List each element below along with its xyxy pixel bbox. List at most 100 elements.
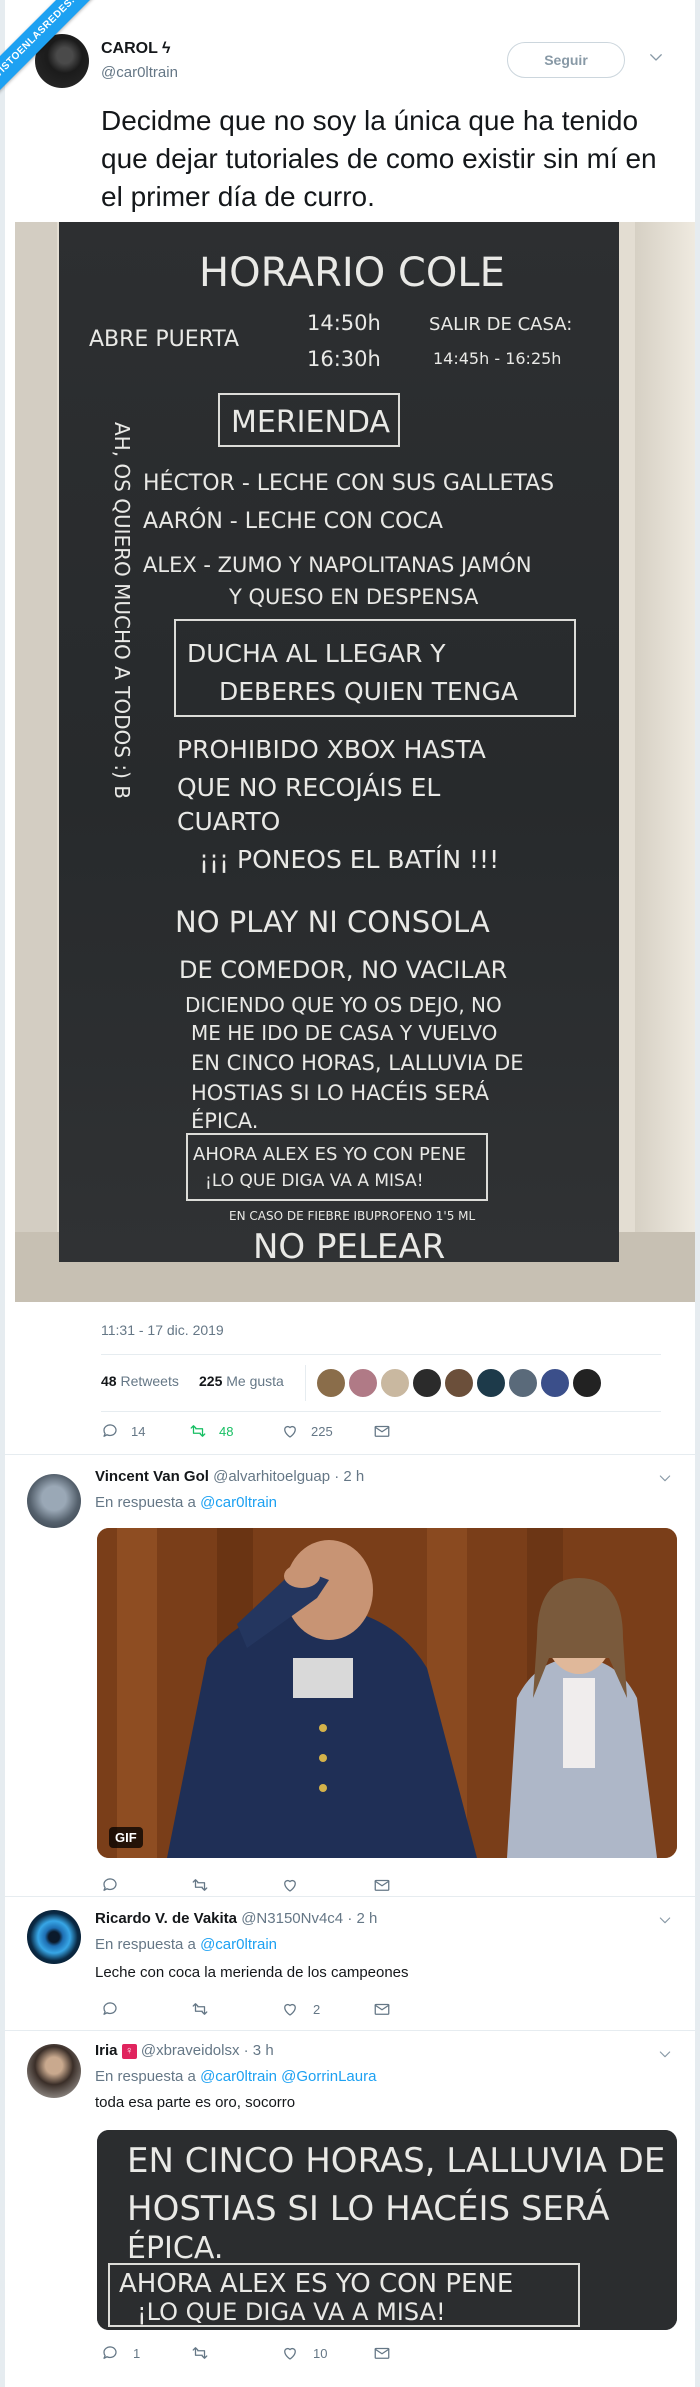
chalkboard: HORARIO COLE ABRE PUERTA 14:50h 16:30h S… [59,222,619,1262]
chalk-line: NO PELEAR [253,1227,445,1262]
chevron-down-icon[interactable] [657,1912,673,1928]
avatar[interactable] [411,1367,443,1399]
envelope-icon [374,1879,390,1891]
reply-author[interactable]: Vincent Van Gol @alvarhitoelguap · 2 h [95,1468,364,1485]
avatar[interactable] [315,1367,347,1399]
in-reply-link[interactable]: @car0ltrain [200,1936,277,1953]
reply-button[interactable]: 1 [101,2344,140,2362]
chalk-side-note: AH, OS QUIERO MUCHO A TODOS :) B [110,422,134,799]
in-reply-label: En respuesta a [95,2068,196,2085]
heart-icon [284,1879,296,1892]
retweet-icon [190,1425,206,1437]
like-button[interactable] [281,1876,313,1894]
reply-text: Leche con coca la merienda de los campeo… [95,1964,409,1981]
avatar[interactable] [507,1367,539,1399]
dm-button[interactable] [373,2344,405,2362]
tweet-text: Decidme que no soy la única que ha tenid… [101,105,657,212]
dm-button[interactable] [373,2000,405,2018]
chalk-line: NO PLAY NI CONSOLA [175,905,490,939]
retweet-icon [192,1879,208,1891]
reply-count: 14 [131,1423,146,1439]
chalkboard-writing: HORARIO COLE ABRE PUERTA 14:50h 16:30h S… [89,250,576,1262]
tweet-photo[interactable]: HORARIO COLE ABRE PUERTA 14:50h 16:30h S… [15,222,695,1302]
author-name[interactable]: CAROL ϟ [101,40,171,58]
timestamp[interactable]: 11:31 - 17 dic. 2019 [101,1322,224,1338]
dm-button[interactable] [373,1876,405,1894]
in-reply-to: En respuesta a @car0ltrain [95,1936,277,1953]
retweet-count: 48 [219,1423,234,1439]
reply-author-name: Ricardo V. de Vakita [95,1910,238,1927]
retweet-button[interactable] [191,1876,223,1894]
avatar[interactable] [475,1367,507,1399]
chalk-line: CUARTO [177,807,280,836]
author-handle[interactable]: @car0ltrain [101,64,178,81]
avatar[interactable] [27,2044,81,2098]
divider [305,1365,306,1401]
follow-button[interactable]: Seguir [507,42,625,78]
likes-stat[interactable]: 225 Me gusta [199,1373,284,1389]
dm-button[interactable] [373,1422,403,1440]
chevron-down-icon[interactable] [657,1470,673,1486]
reply-gif[interactable]: GIF [97,1528,677,1858]
in-reply-to: En respuesta a @car0ltrain @GorrinLaura [95,2068,376,2085]
chevron-down-icon[interactable] [657,2046,673,2062]
likes-count: 225 [199,1373,223,1389]
chalk-line: 14:50h [307,311,381,335]
reply-actions: 2 [95,2000,655,2024]
chalk-line: Y QUESO EN DESPENSA [228,585,479,609]
reply-tweet: Ricardo V. de Vakita @N3150Nv4c4 · 2 h E… [5,1896,695,2030]
heart-icon [284,2003,296,2016]
chalk-line: ALEX - ZUMO Y NAPOLITANAS JAMÓN [143,552,532,577]
retweet-icon [192,2347,208,2359]
retweets-stat[interactable]: 48 Retweets [101,1373,179,1389]
avatar[interactable] [27,1474,81,1528]
chalk-line: EN CINCO HORAS, LALLUVIA DE [127,2141,665,2181]
in-reply-link[interactable]: @car0ltrain @GorrinLaura [200,2068,376,2085]
reply-author-name: Iria [95,2042,118,2059]
retweet-button[interactable] [191,2344,223,2362]
avatar[interactable] [539,1367,571,1399]
avatar[interactable] [571,1367,603,1399]
chalk-line: AARÓN - LECHE CON COCA [143,508,443,534]
in-reply-label: En respuesta a [95,1936,196,1953]
like-count: 225 [311,1423,333,1439]
avatar[interactable] [347,1367,379,1399]
chalk-line: HOSTIAS SI LO HACÉIS SERÁ [127,2188,610,2229]
wall [15,222,57,1302]
reply-button[interactable] [101,2000,133,2018]
in-reply-to: En respuesta a @car0ltrain [95,1494,277,1511]
reply-photo[interactable]: EN CINCO HORAS, LALLUVIA DE HOSTIAS SI L… [97,2130,677,2330]
in-reply-link[interactable]: @car0ltrain [200,1494,277,1511]
likes-label: Me gusta [226,1373,284,1389]
retweet-button[interactable]: 48 [189,1422,233,1440]
avatar[interactable] [379,1367,411,1399]
avatar[interactable] [27,1910,81,1964]
like-count: 2 [313,2001,321,2017]
avatar[interactable] [443,1367,475,1399]
chalk-line: MERIENDA [231,405,391,440]
chevron-down-icon[interactable] [647,48,665,66]
reply-button[interactable] [101,1876,133,1894]
chalk-line: ÉPICA. [191,1108,258,1133]
reply-icon [103,2346,117,2359]
like-button[interactable]: 10 [281,2344,327,2362]
female-sign-icon: ♀ [121,2043,137,2059]
like-button[interactable]: 225 [281,1422,333,1440]
stats-bar: 48 Retweets 225 Me gusta [101,1354,661,1412]
chalk-line: DICIENDO QUE YO OS DEJO, NO [185,993,502,1017]
reply-button[interactable]: 14 [101,1422,145,1440]
reply-icon [103,1878,117,1891]
retweet-button[interactable] [191,2000,223,2018]
like-button[interactable]: 2 [281,2000,320,2018]
chalk-line: ¡LO QUE DIGA VA A MISA! [137,2298,446,2326]
reply-author[interactable]: Ricardo V. de Vakita @N3150Nv4c4 · 2 h [95,1910,377,1927]
envelope-icon [374,2003,390,2015]
reply-text: toda esa parte es oro, socorro [95,2094,296,2111]
reply-author[interactable]: Iria ♀ @xbraveidolsx · 3 h [95,2042,274,2059]
retweets-label: Retweets [120,1373,179,1389]
tweet-header: CAROL ϟ @car0ltrain Seguir [5,0,695,90]
chalk-line: ÉPICA. [127,2230,223,2266]
in-reply-label: En respuesta a [95,1494,196,1511]
chalk-line: 14:45h - 16:25h [433,349,561,368]
chalk-line: ¡LO QUE DIGA VA A MISA! [205,1171,424,1191]
